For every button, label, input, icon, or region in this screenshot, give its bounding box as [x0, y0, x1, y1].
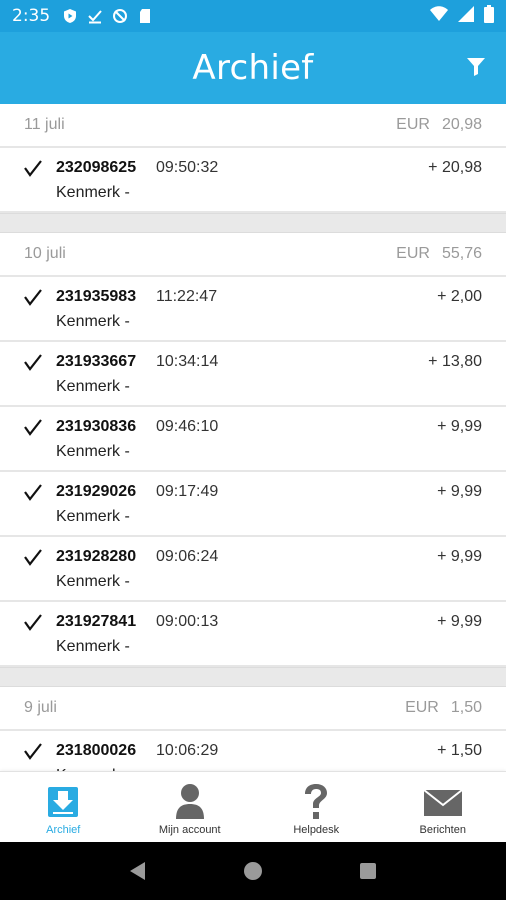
transaction-row[interactable]: 231928280 09:06:24 + 9,99 Kenmerk -	[0, 537, 506, 602]
transaction-row[interactable]: 231930836 09:46:10 + 9,99 Kenmerk -	[0, 407, 506, 472]
transaction-amount: + 13,80	[428, 353, 482, 370]
sd-card-icon	[137, 8, 153, 24]
transaction-time: 11:22:47	[156, 288, 218, 305]
transaction-row[interactable]: 231927841 09:00:13 + 9,99 Kenmerk -	[0, 602, 506, 667]
check-icon	[24, 160, 42, 178]
transaction-amount: + 9,99	[437, 418, 482, 435]
day-currency: EUR	[396, 245, 430, 262]
transaction-number: 232098625	[56, 159, 137, 176]
transaction-time: 10:06:29	[156, 742, 219, 759]
transaction-amount: + 9,99	[437, 613, 482, 630]
transaction-number: 231800026	[56, 742, 137, 759]
play-protect-icon	[62, 8, 78, 24]
transaction-reference: Kenmerk -	[56, 184, 130, 201]
day-total: EUR 1,50	[405, 699, 482, 717]
wifi-icon	[430, 5, 448, 27]
recents-icon[interactable]	[356, 859, 380, 883]
day-date: 10 juli	[24, 245, 66, 262]
check-icon	[24, 354, 42, 372]
archive-list[interactable]: 11 juli EUR 20,98 232098625 09:50:32 + 20,98 K…	[0, 104, 506, 771]
transaction-number: 231928280	[56, 548, 137, 565]
transaction-row[interactable]: 231935983 11:22:47 + 2,00 Kenmerk -	[0, 277, 506, 342]
no-sync-icon	[112, 8, 128, 24]
download-done-icon	[87, 8, 103, 24]
section-divider	[0, 213, 506, 233]
transaction-time: 09:06:24	[156, 548, 219, 565]
transaction-time: 09:50:32	[156, 159, 219, 176]
transaction-amount: + 9,99	[437, 548, 482, 565]
transaction-reference: Kenmerk -	[56, 443, 130, 460]
day-total-amount: 20,98	[441, 116, 482, 133]
transaction-reference: Kenmerk -	[56, 313, 130, 330]
check-icon	[24, 614, 42, 632]
transaction-row[interactable]: 23180002610:06:29+ 1,50Kenmerk -	[0, 731, 506, 771]
day-date: 11 juli	[24, 116, 65, 133]
transaction-amount: + 1,50	[437, 742, 482, 759]
battery-icon	[484, 4, 494, 28]
envelope-icon	[423, 782, 463, 822]
person-icon	[175, 782, 205, 822]
day-total-amount: 1,50	[450, 699, 482, 716]
transaction-row[interactable]: 231929026 09:17:49 + 9,99 Kenmerk -	[0, 472, 506, 537]
nav-label: Mijn account	[158, 824, 221, 836]
day-total: EUR 55,76	[396, 245, 482, 263]
check-icon	[24, 549, 42, 567]
transaction-time: 09:17:49	[156, 483, 219, 500]
section-divider	[0, 667, 506, 687]
day-total-amount: 55,76	[441, 245, 482, 262]
day-header: 11 juli EUR 20,98	[0, 104, 506, 148]
transaction-row[interactable]: 231933667 10:34:14 + 13,80 Kenmerk -	[0, 342, 506, 407]
nav-archief[interactable]: Archief	[0, 772, 127, 842]
transaction-number: 231930836	[56, 418, 137, 435]
check-icon	[24, 484, 42, 502]
question-icon	[302, 782, 330, 822]
day-total: EUR 20,98	[396, 116, 482, 134]
bottom-navigation: Archief Mijn account Helpdesk Berichten	[0, 771, 506, 842]
day-date: 9 juli	[24, 699, 57, 716]
transaction-number: 231929026	[56, 483, 137, 500]
nav-label: Berichten	[419, 824, 466, 836]
status-bar: 2:35	[0, 0, 506, 32]
check-icon	[24, 743, 42, 761]
home-icon[interactable]	[241, 859, 265, 883]
app-bar: Archief	[0, 32, 506, 104]
transaction-amount: + 9,99	[437, 483, 482, 500]
transaction-number: 231927841	[56, 613, 137, 630]
transaction-reference: Kenmerk -	[56, 508, 130, 525]
nav-label: Archief	[46, 824, 81, 836]
back-icon[interactable]	[126, 859, 150, 883]
status-time: 2:35	[12, 6, 51, 26]
transaction-amount: + 2,00	[437, 288, 482, 305]
check-icon	[24, 289, 42, 307]
archive-download-icon	[46, 782, 80, 822]
transaction-number: 231933667	[56, 353, 137, 370]
transaction-reference: Kenmerk -	[56, 638, 130, 655]
day-currency: EUR	[405, 699, 439, 716]
nav-mijn-account[interactable]: Mijn account	[127, 772, 254, 842]
transaction-amount: + 20,98	[428, 159, 482, 176]
transaction-time: 09:00:13	[156, 613, 219, 630]
transaction-number: 231935983	[56, 288, 137, 305]
transaction-time: 10:34:14	[156, 353, 219, 370]
signal-icon	[458, 5, 474, 27]
check-icon	[24, 419, 42, 437]
day-header: 10 juli EUR 55,76	[0, 233, 506, 277]
transaction-time: 09:46:10	[156, 418, 219, 435]
nav-berichten[interactable]: Berichten	[380, 772, 506, 842]
filter-icon[interactable]	[466, 56, 486, 78]
day-currency: EUR	[396, 116, 430, 133]
system-navigation	[0, 842, 506, 900]
day-header: 9 juli EUR 1,50	[0, 687, 506, 731]
nav-helpdesk[interactable]: Helpdesk	[253, 772, 380, 842]
transaction-reference: Kenmerk -	[56, 573, 130, 590]
transaction-reference: Kenmerk -	[56, 378, 130, 395]
transaction-row[interactable]: 232098625 09:50:32 + 20,98 Kenmerk -	[0, 148, 506, 213]
nav-label: Helpdesk	[293, 824, 340, 836]
page-title: Archief	[192, 48, 314, 88]
